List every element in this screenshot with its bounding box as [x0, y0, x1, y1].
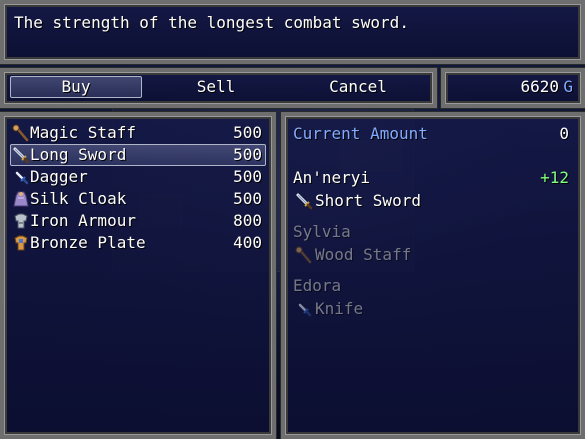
list-item[interactable]: Bronze Plate 400 [10, 232, 262, 254]
cancel-button[interactable]: Cancel [288, 76, 428, 98]
gold-unit: G [563, 77, 573, 96]
knife-icon [295, 300, 313, 318]
item-price: 500 [233, 145, 262, 164]
equipped-item-name: Short Sword [315, 191, 421, 210]
item-name: Dagger [30, 167, 88, 186]
shop-status-window: Current Amount 0 An'neryi +12 Short Swor… [280, 111, 585, 439]
sword-icon [12, 146, 30, 164]
staff-icon [12, 124, 30, 142]
armor-icon [12, 212, 30, 230]
item-price: 800 [233, 211, 262, 230]
parameter-change: +12 [540, 168, 569, 187]
list-item[interactable]: Iron Armour 800 [10, 210, 262, 232]
item-price: 400 [233, 233, 262, 252]
equipped-item-name: Knife [315, 299, 364, 318]
list-item[interactable]: Silk Cloak 500 [10, 188, 262, 210]
shop-command-window: Buy Sell Cancel [0, 67, 438, 109]
list-item[interactable]: Dagger 500 [10, 166, 262, 188]
actor-name: An'neryi [293, 168, 371, 187]
item-description: The strength of the longest combat sword… [14, 13, 409, 32]
equipped-item-name: Wood Staff [315, 245, 412, 264]
actor-name: Edora [293, 276, 342, 295]
current-amount-value: 0 [559, 124, 569, 143]
buy-item-list-window: Magic Staff 500 Long Sword 500 Dagger 50… [0, 111, 277, 439]
sell-button[interactable]: Sell [150, 76, 282, 98]
list-item[interactable]: Long Sword 500 [10, 144, 262, 166]
list-item[interactable]: Magic Staff 500 [10, 122, 262, 144]
item-price: 500 [233, 167, 262, 186]
buy-button[interactable]: Buy [10, 76, 142, 98]
item-name: Magic Staff [30, 123, 136, 142]
sword-icon [295, 192, 313, 210]
help-window: The strength of the longest combat sword… [0, 0, 585, 65]
current-amount-label: Current Amount [293, 124, 428, 143]
item-price: 500 [233, 189, 262, 208]
item-name: Long Sword [30, 145, 127, 164]
gold-amount: 6620 [520, 77, 559, 96]
plate-armor-icon [12, 234, 30, 252]
actor-name: Sylvia [293, 222, 351, 241]
gold-window: 6620 G [440, 67, 585, 109]
item-name: Bronze Plate [30, 233, 146, 252]
item-name: Iron Armour [30, 211, 136, 230]
staff-icon [295, 246, 313, 264]
dagger-icon [12, 168, 30, 186]
item-price: 500 [233, 123, 262, 142]
cloak-icon [12, 190, 30, 208]
item-name: Silk Cloak [30, 189, 127, 208]
